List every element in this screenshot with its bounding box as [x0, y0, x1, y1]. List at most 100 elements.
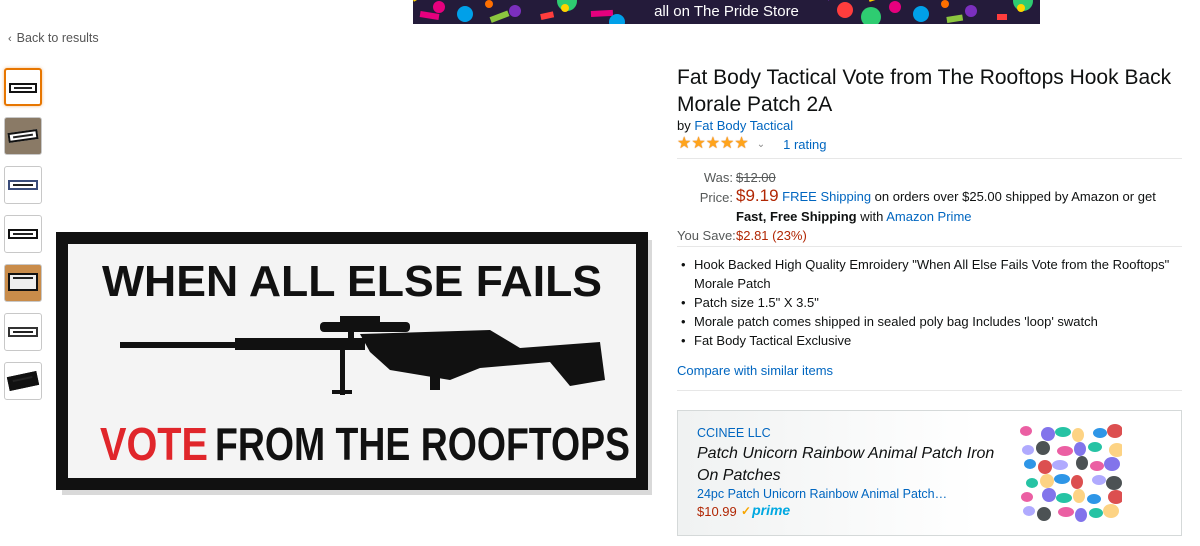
- back-to-results-label: Back to results: [16, 31, 99, 45]
- unicorn-sticker: [1042, 488, 1056, 502]
- star-rating[interactable]: ★ ★ ★ ★ ★: [677, 136, 749, 152]
- unicorn-sticker: [1038, 460, 1052, 474]
- price-label: Price:: [699, 190, 733, 205]
- unicorn-sticker: [1022, 445, 1034, 455]
- unicorn-sticker: [1036, 441, 1050, 455]
- ad-price: $10.99: [697, 504, 737, 519]
- unicorn-sticker: [1056, 493, 1072, 503]
- star-icon: ★: [691, 135, 706, 152]
- patch-bottom-text: FROM THE ROOFTOPS: [215, 418, 630, 470]
- thumbnail-5[interactable]: [4, 264, 42, 302]
- thumbnail-image: [7, 128, 39, 144]
- shipping-text: on orders over $25.00 shipped by Amazon …: [871, 189, 1156, 204]
- fast-free-shipping: Fast, Free Shipping: [736, 209, 857, 224]
- main-product-image[interactable]: WHEN ALL ELSE FAILS VOTE FROM THE ROOFTO…: [50, 230, 655, 500]
- unicorn-sticker: [1037, 507, 1051, 521]
- you-save-value: $2.81 (23%): [736, 228, 807, 243]
- unicorn-sticker: [1072, 428, 1084, 442]
- divider: [677, 390, 1182, 391]
- cut-off-text: ·· ·· · ··: [683, 541, 753, 546]
- feature-bullets: Hook Backed High Quality Emroidery "When…: [677, 255, 1177, 350]
- divider: [677, 158, 1182, 159]
- star-icon: ★: [705, 135, 721, 152]
- ad-product-link[interactable]: 24pc Patch Unicorn Rainbow Animal Patch…: [697, 487, 947, 501]
- feature-bullet: Patch size 1.5" X 3.5": [677, 293, 1177, 312]
- unicorn-sticker: [1092, 475, 1106, 485]
- thumbnail-6[interactable]: [4, 313, 42, 351]
- unicorn-sticker: [1076, 456, 1088, 470]
- unicorn-sticker: [1074, 442, 1086, 456]
- unicorn-sticker: [1041, 427, 1055, 441]
- prime-check-icon: ✓: [741, 504, 752, 518]
- banner-shape: [867, 0, 891, 2]
- unicorn-sticker: [1052, 460, 1068, 470]
- unicorn-sticker: [1107, 424, 1122, 438]
- unicorn-sticker: [1108, 490, 1122, 504]
- unicorn-sticker: [1054, 474, 1070, 484]
- feature-bullet: Hook Backed High Quality Emroidery "When…: [677, 255, 1177, 293]
- feature-bullet: Morale patch comes shipped in sealed pol…: [677, 312, 1177, 331]
- divider: [677, 246, 1182, 247]
- chevron-down-icon[interactable]: ⌄: [757, 139, 765, 150]
- unicorn-sticker: [1023, 506, 1035, 516]
- star-icon: ★: [734, 135, 749, 152]
- thumbnail-image: [9, 83, 37, 93]
- was-label: Was:: [703, 170, 733, 185]
- unicorn-sticker: [1026, 478, 1038, 488]
- byline: by Fat Body Tactical: [677, 118, 793, 133]
- thumbnail-7[interactable]: [4, 362, 42, 400]
- feature-bullet: Fat Body Tactical Exclusive: [677, 331, 1177, 350]
- ad-brand[interactable]: CCINEE LLC: [697, 426, 771, 440]
- unicorn-sticker: [1058, 507, 1074, 517]
- unicorn-sticker: [1024, 459, 1036, 469]
- unicorn-sticker: [1073, 489, 1085, 503]
- ad-headline[interactable]: Patch Unicorn Rainbow Animal Patch Iron …: [697, 443, 997, 487]
- thumbnail-1[interactable]: [4, 68, 42, 106]
- unicorn-sticker: [1020, 426, 1032, 436]
- patch-red-text: VOTE: [100, 418, 208, 470]
- unicorn-sticker: [1057, 446, 1073, 456]
- thumbnail-image: [8, 273, 38, 291]
- rating-count-link[interactable]: 1 rating: [783, 137, 826, 152]
- banner-shape: [413, 0, 423, 2]
- star-icon: ★: [720, 135, 735, 152]
- unicorn-sticker: [1109, 443, 1122, 457]
- prime-label: prime: [752, 502, 791, 518]
- with-text: with: [856, 209, 887, 224]
- thumbnail-3[interactable]: [4, 166, 42, 204]
- ad-product-image[interactable]: [1018, 423, 1122, 523]
- chevron-left-icon: ‹: [8, 33, 12, 45]
- price-line: $9.19 FREE Shipping on orders over $25.0…: [736, 186, 1181, 227]
- banner-text: all on The Pride Store: [654, 3, 799, 20]
- unicorn-sticker: [1106, 476, 1122, 490]
- back-to-results-link[interactable]: ‹ Back to results: [8, 31, 99, 45]
- unicorn-sticker: [1087, 494, 1101, 504]
- promo-banner[interactable]: all on The Pride Store: [413, 0, 1040, 24]
- thumbnail-image: [8, 180, 38, 190]
- amazon-prime-link[interactable]: Amazon Prime: [886, 209, 971, 224]
- patch-top-text: WHEN ALL ELSE FAILS: [102, 257, 602, 306]
- unicorn-sticker: [1071, 475, 1083, 489]
- rating-row: ★ ★ ★ ★ ★ ⌄ 1 rating: [677, 136, 826, 152]
- thumbnail-4[interactable]: [4, 215, 42, 253]
- unicorn-sticker: [1090, 461, 1104, 471]
- unicorn-sticker: [1089, 508, 1103, 518]
- unicorn-sticker: [1103, 504, 1119, 518]
- unicorn-sticker: [1075, 508, 1087, 522]
- star-icon: ★: [677, 135, 692, 152]
- thumbnail-image: [6, 371, 40, 391]
- brand-link[interactable]: Fat Body Tactical: [694, 118, 793, 133]
- unicorn-sticker: [1104, 457, 1120, 471]
- free-shipping-link[interactable]: FREE Shipping: [782, 189, 871, 204]
- by-prefix: by: [677, 118, 691, 133]
- was-price: $12.00: [736, 170, 776, 185]
- thumbnail-2[interactable]: [4, 117, 42, 155]
- unicorn-sticker: [1088, 442, 1102, 452]
- thumbnail-image: [8, 327, 38, 337]
- sponsored-ad[interactable]: CCINEE LLC Patch Unicorn Rainbow Animal …: [677, 410, 1182, 536]
- prime-badge: ✓prime: [741, 502, 790, 518]
- compare-similar-link[interactable]: Compare with similar items: [677, 363, 833, 378]
- product-title: Fat Body Tactical Vote from The Rooftops…: [677, 66, 1172, 116]
- thumbnail-strip: [4, 68, 45, 411]
- unicorn-sticker: [1093, 428, 1107, 438]
